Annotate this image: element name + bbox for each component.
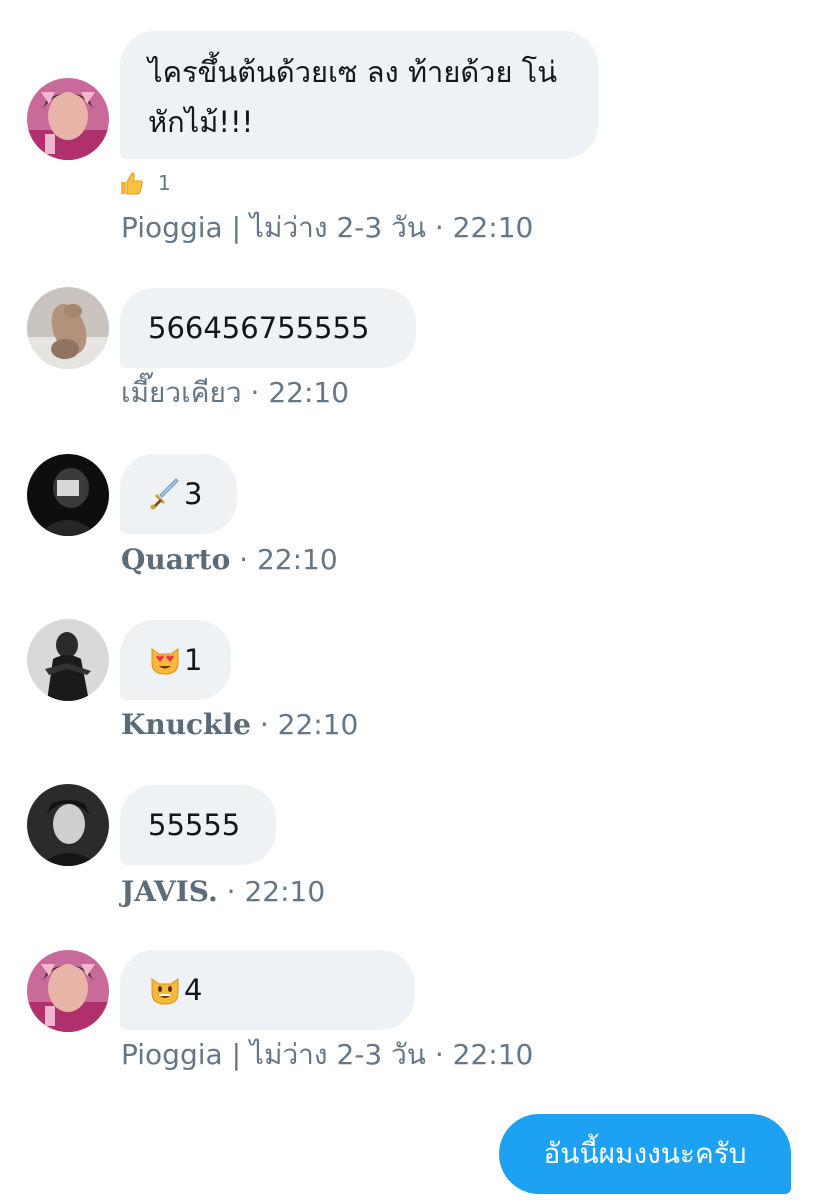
- message-meta: Pioggia | ไม่ว่าง 2-3 วัน · 22:10: [121, 211, 533, 245]
- message-bubble[interactable]: 55555: [120, 785, 276, 865]
- message-meta: เมี๊ยวเคียว · 22:10: [121, 376, 349, 410]
- sender-name[interactable]: Knuckle: [121, 708, 251, 741]
- message-meta: Knuckle · 22:10: [121, 708, 358, 742]
- reaction-badge[interactable]: 1: [118, 170, 171, 196]
- timestamp: 22:10: [268, 376, 350, 409]
- avatar[interactable]: [27, 287, 109, 369]
- separator-dot: ·: [434, 211, 444, 244]
- separator-dot: ·: [434, 1038, 444, 1071]
- reaction-count: 1: [158, 171, 171, 195]
- sender-name[interactable]: JAVIS.: [121, 875, 218, 908]
- avatar[interactable]: [27, 454, 109, 536]
- separator-dot: ·: [239, 543, 249, 576]
- message-text: 4: [184, 973, 203, 1007]
- separator-dot: ·: [250, 376, 260, 409]
- avatar[interactable]: [27, 784, 109, 866]
- message-bubble[interactable]: ไครขึ้นต้นด้วยเซ ลง ท้ายด้วย โน่ หักไม้!…: [120, 31, 598, 159]
- message-bubble[interactable]: 1: [120, 620, 231, 700]
- sender-name[interactable]: Pioggia | ไม่ว่าง 2-3 วัน: [121, 1038, 426, 1071]
- sender-name[interactable]: Quarto: [121, 543, 230, 576]
- message-bubble[interactable]: 4: [120, 950, 415, 1030]
- grinning-cat-icon: [148, 973, 182, 1007]
- timestamp: 22:10: [277, 708, 359, 741]
- timestamp: 22:10: [452, 211, 534, 244]
- sender-name[interactable]: เมี๊ยวเคียว: [121, 376, 242, 409]
- message-text: 1: [184, 643, 203, 677]
- dagger-icon: [148, 477, 182, 511]
- message-bubble[interactable]: 566456755555: [120, 288, 416, 368]
- heart-eyes-cat-icon: [148, 643, 182, 677]
- thumbs-up-icon: [118, 170, 144, 196]
- own-message-bubble[interactable]: อันนี้ผมงงนะครับ: [499, 1114, 791, 1194]
- separator-dot: ·: [259, 708, 269, 741]
- message-text: 3: [184, 477, 203, 511]
- message-bubble[interactable]: 3: [120, 454, 237, 534]
- timestamp: 22:10: [452, 1038, 534, 1071]
- timestamp: 22:10: [256, 543, 338, 576]
- message-meta: Pioggia | ไม่ว่าง 2-3 วัน · 22:10: [121, 1038, 533, 1072]
- avatar[interactable]: [27, 619, 109, 701]
- message-meta: Quarto · 22:10: [121, 543, 338, 577]
- sender-name[interactable]: Pioggia | ไม่ว่าง 2-3 วัน: [121, 211, 426, 244]
- separator-dot: ·: [226, 875, 236, 908]
- message-meta: JAVIS. · 22:10: [121, 875, 325, 909]
- timestamp: 22:10: [244, 875, 326, 908]
- avatar[interactable]: [27, 950, 109, 1032]
- avatar[interactable]: [27, 78, 109, 160]
